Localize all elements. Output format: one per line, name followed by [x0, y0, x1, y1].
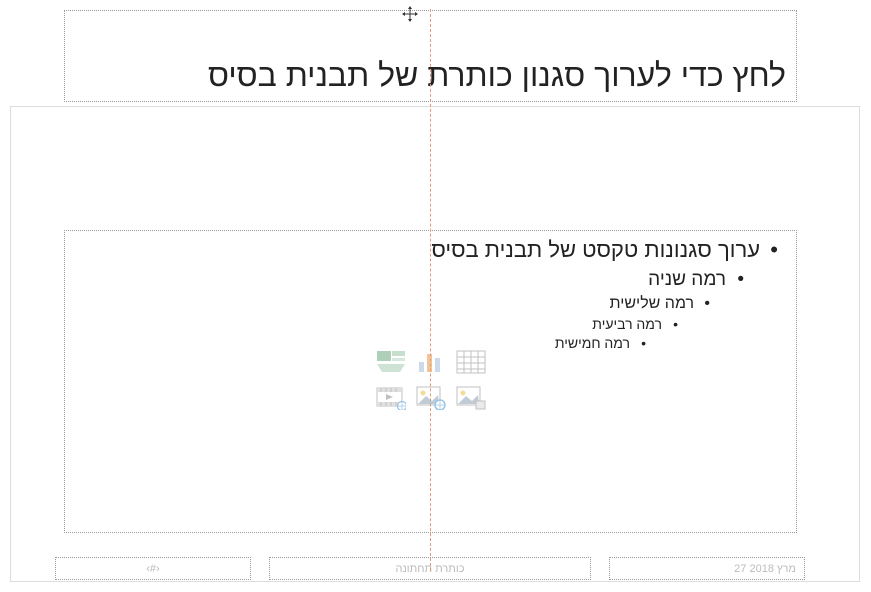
slide-number-placeholder[interactable]: ‹#›: [55, 557, 251, 580]
content-icon-grid: [375, 349, 487, 413]
online-picture-icon[interactable]: [415, 385, 447, 411]
slide-number-text: ‹#›: [146, 563, 159, 575]
picture-icon[interactable]: [455, 385, 487, 411]
title-text: לחץ כדי לערוך סגנון כותרת של תבנית בסיס: [208, 57, 786, 94]
chart-icon[interactable]: [415, 349, 447, 375]
smartart-icon[interactable]: [375, 349, 407, 375]
center-guide: [430, 9, 431, 571]
footer-date-text: 27 מרץ 2018: [734, 563, 796, 575]
video-icon[interactable]: [375, 385, 407, 411]
footer-date-placeholder[interactable]: 27 מרץ 2018: [609, 557, 805, 580]
table-icon[interactable]: [455, 349, 487, 375]
move-icon[interactable]: [402, 6, 418, 22]
